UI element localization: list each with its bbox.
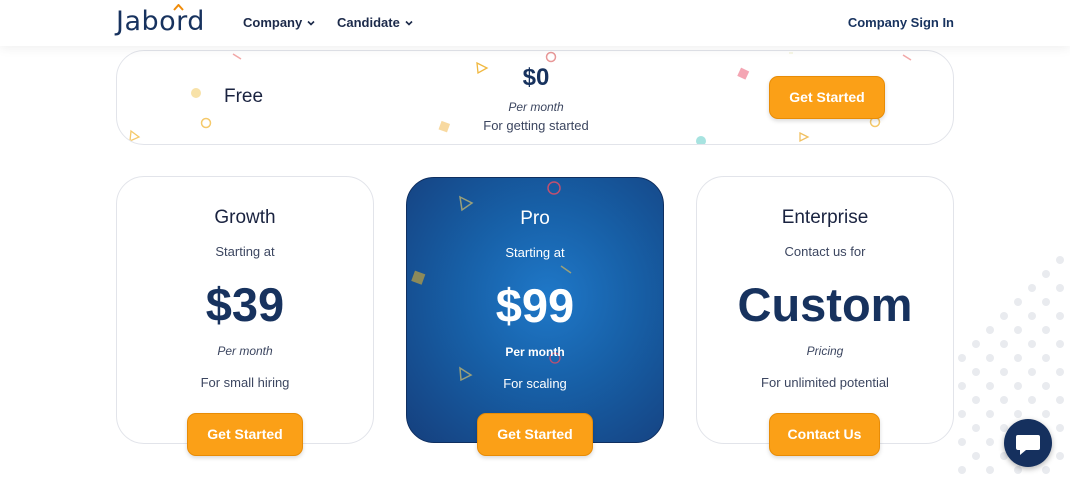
pro-plan-name: Pro bbox=[520, 208, 550, 229]
chat-bubble-icon bbox=[1016, 435, 1040, 455]
company-sign-in-link[interactable]: Company Sign In bbox=[848, 15, 954, 30]
enterprise-plan-name: Enterprise bbox=[781, 207, 869, 228]
pro-plan-card: Pro Starting at $99 Per month For scalin… bbox=[406, 177, 664, 443]
growth-plan-card: Growth Starting at $39 Per month For sma… bbox=[116, 176, 374, 444]
pro-plan-lead: Starting at bbox=[505, 245, 565, 260]
pro-plan-price: $99 bbox=[495, 279, 575, 332]
free-get-started-button[interactable]: Get Started bbox=[769, 76, 885, 119]
enterprise-plan-lead: Contact us for bbox=[784, 244, 866, 259]
growth-plan-description: For small hiring bbox=[200, 375, 290, 390]
logo-text: Jabord bbox=[116, 6, 205, 37]
nav-company[interactable]: Company bbox=[243, 15, 315, 30]
growth-plan-price: $39 bbox=[205, 278, 285, 331]
enterprise-plan-period: Pricing bbox=[806, 344, 844, 358]
free-plan-description: For getting started bbox=[483, 118, 589, 133]
top-navbar: Jabord Company Candidate Company Sign In bbox=[0, 0, 1070, 46]
enterprise-plan-card: Enterprise Contact us for Custom Pricing… bbox=[696, 176, 954, 444]
logo-caret-icon bbox=[173, 4, 184, 11]
pro-plan-period: Per month bbox=[505, 345, 565, 359]
nav-candidate[interactable]: Candidate bbox=[337, 15, 413, 30]
free-plan-card: Free $0 Per month For getting started Ge… bbox=[116, 50, 954, 145]
chat-widget-button[interactable] bbox=[1004, 419, 1052, 467]
nav-candidate-label: Candidate bbox=[337, 15, 400, 30]
chevron-down-icon bbox=[307, 20, 315, 26]
enterprise-plan-price: Custom bbox=[737, 278, 913, 331]
growth-plan-lead: Starting at bbox=[215, 244, 275, 259]
chevron-down-icon bbox=[405, 20, 413, 26]
jabord-logo[interactable]: Jabord bbox=[116, 4, 205, 37]
growth-plan-period: Per month bbox=[217, 344, 273, 358]
growth-get-started-button[interactable]: Get Started bbox=[187, 413, 303, 456]
nav-company-label: Company bbox=[243, 15, 303, 30]
pro-get-started-button[interactable]: Get Started bbox=[477, 413, 593, 456]
pro-plan-description: For scaling bbox=[503, 376, 567, 391]
enterprise-contact-us-button[interactable]: Contact Us bbox=[769, 413, 880, 456]
enterprise-plan-description: For unlimited potential bbox=[761, 375, 889, 390]
growth-plan-name: Growth bbox=[214, 207, 276, 228]
